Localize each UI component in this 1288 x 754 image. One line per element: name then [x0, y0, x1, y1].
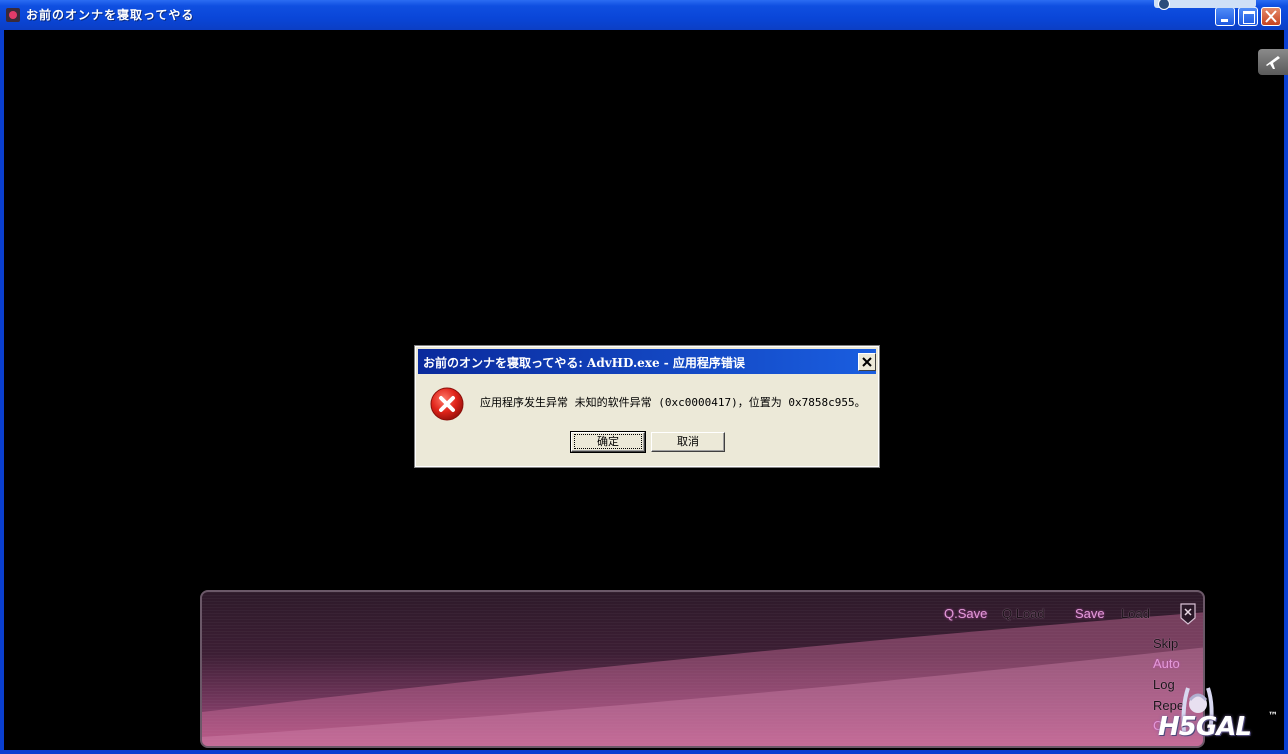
dialog-title-bar[interactable]: お前のオンナを寝取ってやる: AdvHD.exe - 应用程序错误 — [418, 349, 876, 374]
title-bar[interactable]: お前のオンナを寝取ってやる — [0, 0, 1288, 30]
game-message-panel — [200, 590, 1205, 748]
save-button[interactable]: Save — [1075, 606, 1105, 621]
app-icon[interactable] — [6, 8, 20, 22]
window-title: お前のオンナを寝取ってやる — [26, 8, 195, 22]
ok-button[interactable]: 确定 — [570, 431, 646, 453]
error-message: 应用程序发生异常 未知的软件异常 (0xc0000417)，位置为 0x7858… — [480, 396, 866, 409]
dialog-close-button[interactable] — [858, 353, 876, 371]
trademark-symbol: ™ — [1268, 711, 1278, 722]
error-dialog: お前のオンナを寝取ってやる: AdvHD.exe - 应用程序错误 应用程序发生… — [414, 345, 880, 468]
dialog-title: お前のオンナを寝取ってやる: AdvHD.exe - 应用程序错误 — [423, 356, 745, 370]
minimize-button[interactable] — [1215, 7, 1235, 26]
plane-icon — [1266, 56, 1280, 69]
qload-button[interactable]: Q.Load — [1002, 606, 1045, 621]
close-window-button[interactable] — [1261, 7, 1281, 26]
panel-close-icon[interactable] — [1180, 603, 1196, 625]
qsave-button[interactable]: Q.Save — [944, 606, 987, 621]
log-button[interactable]: Log — [1153, 677, 1175, 692]
side-tab[interactable] — [1258, 49, 1288, 75]
panel-swoosh-decoration — [202, 612, 1203, 746]
cancel-button[interactable]: 取消 — [651, 432, 725, 452]
auto-button[interactable]: Auto — [1153, 656, 1180, 671]
skip-button[interactable]: Skip — [1153, 636, 1178, 651]
error-icon — [430, 387, 464, 421]
maximize-button[interactable] — [1238, 7, 1258, 26]
h5gal-watermark-logo: H5GAL — [1158, 712, 1252, 742]
close-icon — [862, 357, 872, 367]
ok-button-label: 确定 — [574, 434, 642, 449]
close-icon — [1265, 10, 1277, 23]
load-button[interactable]: Load — [1121, 606, 1150, 621]
